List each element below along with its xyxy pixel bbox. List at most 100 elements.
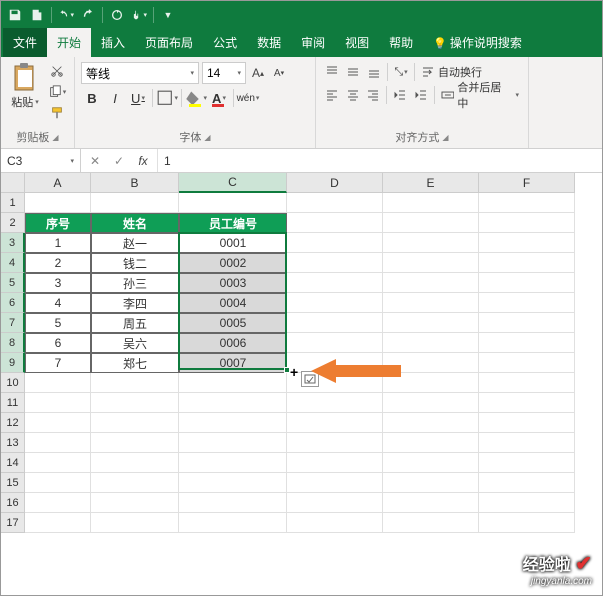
font-color-button[interactable]: A▾: [208, 87, 230, 109]
cell-D3[interactable]: [287, 233, 383, 253]
cell-A11[interactable]: [25, 393, 91, 413]
cell-E5[interactable]: [383, 273, 479, 293]
cell-E16[interactable]: [383, 493, 479, 513]
align-bottom-icon[interactable]: [364, 62, 384, 82]
insert-function-icon[interactable]: fx: [131, 154, 155, 168]
tab-home[interactable]: 开始: [47, 28, 91, 57]
cell-D9[interactable]: [287, 353, 383, 373]
cell-A14[interactable]: [25, 453, 91, 473]
cell-E14[interactable]: [383, 453, 479, 473]
cell-F5[interactable]: [479, 273, 575, 293]
cell-C12[interactable]: [179, 413, 287, 433]
align-middle-icon[interactable]: [343, 62, 363, 82]
new-doc-icon[interactable]: [29, 7, 45, 23]
cell-B9[interactable]: 郑七: [91, 353, 179, 373]
cell-E4[interactable]: [383, 253, 479, 273]
cell-B1[interactable]: [91, 193, 179, 213]
row-header-7[interactable]: 7: [1, 313, 25, 333]
merge-center-button[interactable]: 合并后居中▾: [438, 85, 522, 105]
cell-C16[interactable]: [179, 493, 287, 513]
cell-C15[interactable]: [179, 473, 287, 493]
copy-button[interactable]: ▾: [46, 83, 68, 101]
cell-F17[interactable]: [479, 513, 575, 533]
align-top-icon[interactable]: [322, 62, 342, 82]
cell-B6[interactable]: 李四: [91, 293, 179, 313]
cell-B14[interactable]: [91, 453, 179, 473]
tab-tell-me[interactable]: 💡操作说明搜索: [423, 28, 532, 57]
font-dialog-launcher[interactable]: ◢: [204, 133, 210, 142]
tab-review[interactable]: 审阅: [291, 28, 335, 57]
cell-C4[interactable]: 0002: [179, 253, 287, 273]
cell-D7[interactable]: [287, 313, 383, 333]
italic-button[interactable]: I: [104, 87, 126, 109]
increase-indent-icon[interactable]: [411, 85, 431, 105]
cell-D11[interactable]: [287, 393, 383, 413]
cell-A10[interactable]: [25, 373, 91, 393]
cell-E17[interactable]: [383, 513, 479, 533]
row-header-1[interactable]: 1: [1, 193, 25, 213]
tab-help[interactable]: 帮助: [379, 28, 423, 57]
cell-D4[interactable]: [287, 253, 383, 273]
cell-F14[interactable]: [479, 453, 575, 473]
row-header-13[interactable]: 13: [1, 433, 25, 453]
col-header-F[interactable]: F: [479, 173, 575, 193]
col-header-D[interactable]: D: [287, 173, 383, 193]
cell-F7[interactable]: [479, 313, 575, 333]
cell-F1[interactable]: [479, 193, 575, 213]
cell-C9[interactable]: 0007: [179, 353, 287, 373]
row-header-8[interactable]: 8: [1, 333, 25, 353]
enter-formula-icon[interactable]: ✓: [107, 154, 131, 168]
decrease-indent-icon[interactable]: [390, 85, 410, 105]
cell-A3[interactable]: 1: [25, 233, 91, 253]
align-left-icon[interactable]: [322, 85, 342, 105]
cell-C11[interactable]: [179, 393, 287, 413]
cell-A6[interactable]: 4: [25, 293, 91, 313]
cell-B12[interactable]: [91, 413, 179, 433]
cell-B15[interactable]: [91, 473, 179, 493]
cell-B8[interactable]: 吴六: [91, 333, 179, 353]
cell-D1[interactable]: [287, 193, 383, 213]
cut-button[interactable]: [46, 62, 68, 80]
cell-F16[interactable]: [479, 493, 575, 513]
col-header-B[interactable]: B: [91, 173, 179, 193]
row-header-9[interactable]: 9: [1, 353, 25, 373]
cell-C6[interactable]: 0004: [179, 293, 287, 313]
col-header-E[interactable]: E: [383, 173, 479, 193]
cell-F12[interactable]: [479, 413, 575, 433]
cell-B16[interactable]: [91, 493, 179, 513]
touch-mode-icon[interactable]: ▾: [131, 7, 147, 23]
row-header-5[interactable]: 5: [1, 273, 25, 293]
row-header-11[interactable]: 11: [1, 393, 25, 413]
cell-D17[interactable]: [287, 513, 383, 533]
cell-C2[interactable]: 员工编号: [179, 213, 287, 233]
cell-C14[interactable]: [179, 453, 287, 473]
cell-D14[interactable]: [287, 453, 383, 473]
orientation-icon[interactable]: ⤡▾: [391, 62, 411, 82]
cell-C17[interactable]: [179, 513, 287, 533]
cell-A9[interactable]: 7: [25, 353, 91, 373]
cell-D5[interactable]: [287, 273, 383, 293]
save-icon[interactable]: [7, 7, 23, 23]
cell-E12[interactable]: [383, 413, 479, 433]
align-right-icon[interactable]: [363, 85, 383, 105]
cancel-formula-icon[interactable]: ✕: [83, 154, 107, 168]
cell-A13[interactable]: [25, 433, 91, 453]
row-header-4[interactable]: 4: [1, 253, 25, 273]
cell-F3[interactable]: [479, 233, 575, 253]
clipboard-dialog-launcher[interactable]: ◢: [52, 133, 58, 142]
cell-C1[interactable]: [179, 193, 287, 213]
tab-file[interactable]: 文件: [3, 28, 47, 57]
cell-A4[interactable]: 2: [25, 253, 91, 273]
cell-B2[interactable]: 姓名: [91, 213, 179, 233]
fill-handle[interactable]: [284, 367, 290, 373]
redo-icon[interactable]: [80, 7, 96, 23]
cell-F6[interactable]: [479, 293, 575, 313]
row-header-15[interactable]: 15: [1, 473, 25, 493]
cell-C10[interactable]: [179, 373, 287, 393]
fill-color-button[interactable]: ▾: [185, 87, 207, 109]
cell-F2[interactable]: [479, 213, 575, 233]
cell-E13[interactable]: [383, 433, 479, 453]
paste-button[interactable]: 粘贴▾: [7, 60, 43, 110]
cell-A17[interactable]: [25, 513, 91, 533]
cell-C8[interactable]: 0006: [179, 333, 287, 353]
